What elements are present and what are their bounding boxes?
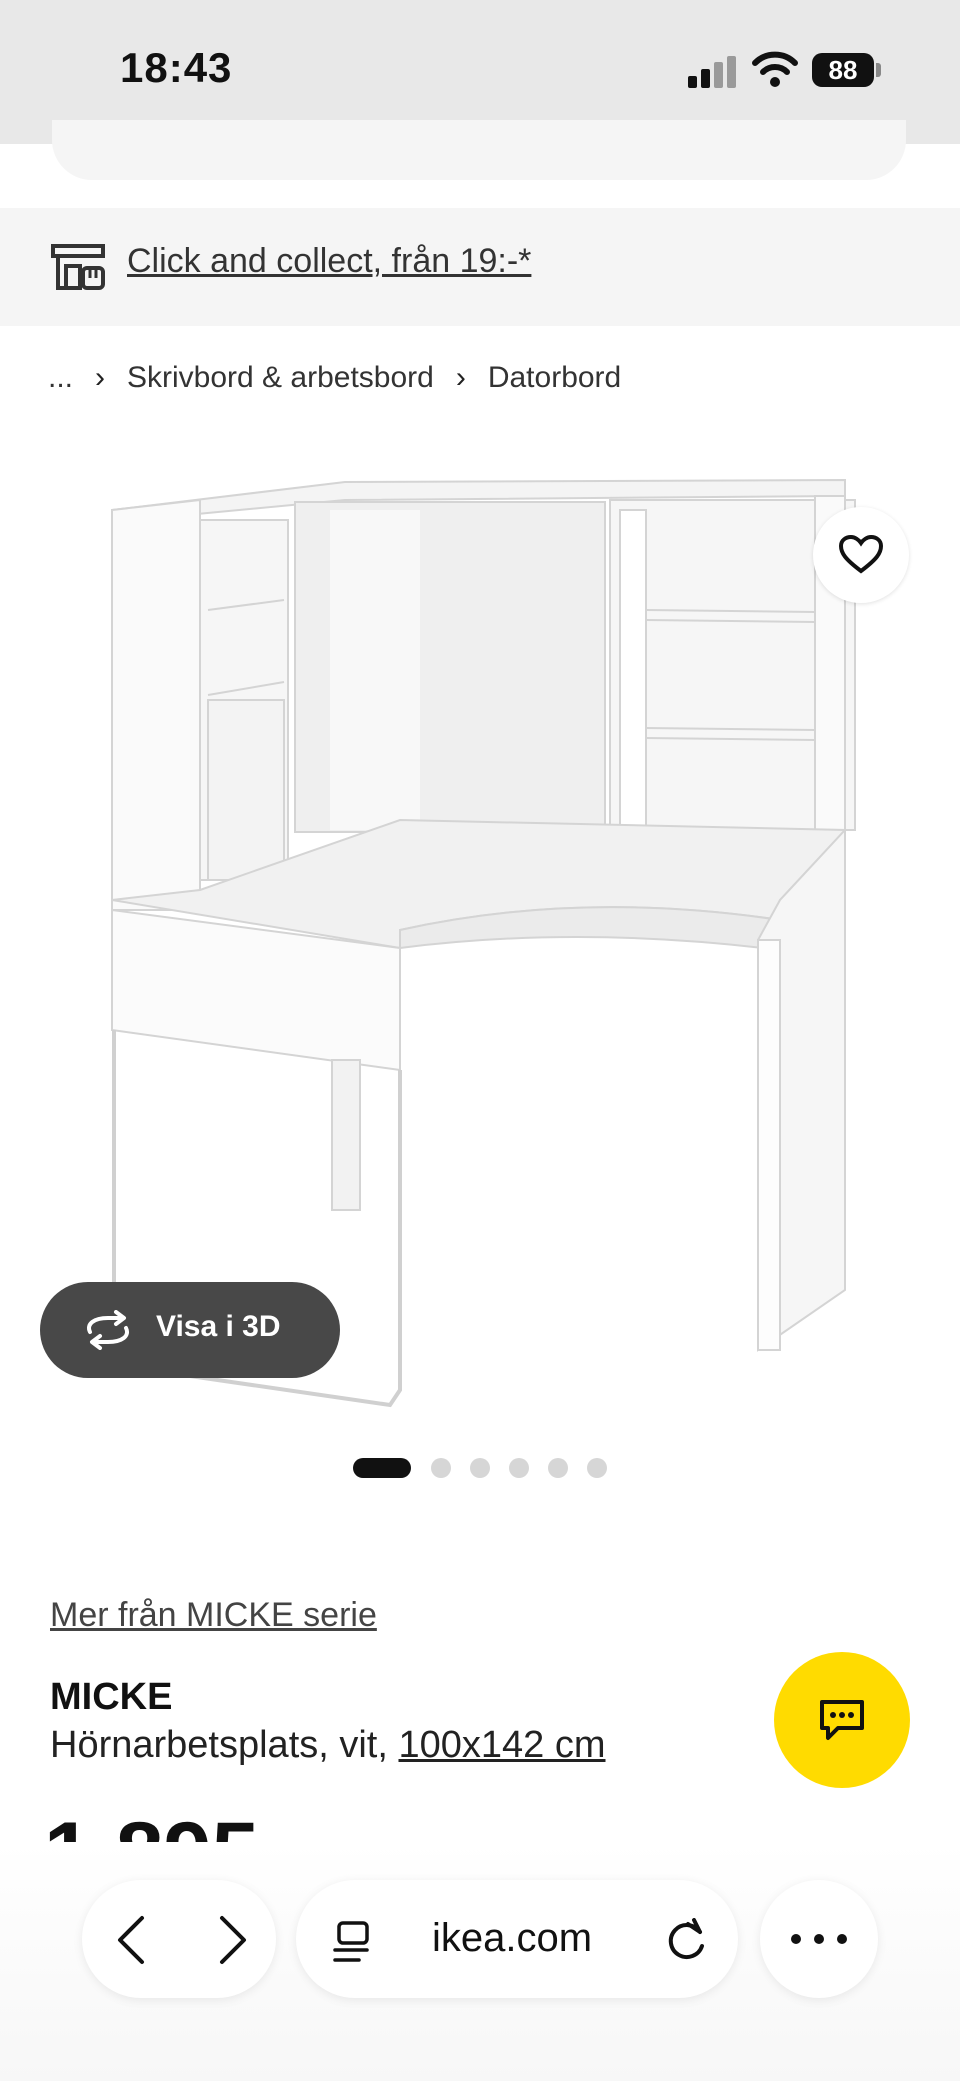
breadcrumb: ... › Skrivbord & arbetsbord › Datorbord: [48, 356, 621, 400]
back-icon[interactable]: [112, 1914, 152, 1966]
battery-indicator: 88: [812, 53, 874, 87]
cellular-signal-icon: [688, 56, 736, 88]
breadcrumb-item-desks[interactable]: Skrivbord & arbetsbord: [127, 361, 434, 395]
wifi-icon: [752, 51, 798, 87]
view-3d-label: Visa i 3D: [156, 1310, 281, 1343]
carousel-dot[interactable]: [548, 1458, 568, 1478]
product-image[interactable]: [100, 470, 860, 1410]
store-icon: [51, 244, 105, 290]
battery-nub: [876, 63, 881, 77]
product-type: Hörnarbetsplats, vit,: [50, 1724, 388, 1766]
chevron-right-icon: ›: [455, 361, 466, 394]
carousel-dot[interactable]: [470, 1458, 490, 1478]
more-options-icon[interactable]: [788, 1926, 850, 1952]
chevron-right-icon: ›: [95, 361, 106, 394]
url-text[interactable]: ikea.com: [432, 1916, 592, 1961]
reload-icon[interactable]: [664, 1918, 708, 1964]
carousel-dot[interactable]: [587, 1458, 607, 1478]
breadcrumb-item-computer-desks[interactable]: Datorbord: [488, 361, 621, 395]
status-time: 18:43: [120, 44, 233, 91]
breadcrumb-ellipsis[interactable]: ...: [48, 361, 73, 395]
search-bar[interactable]: [52, 120, 906, 180]
forward-icon[interactable]: [212, 1914, 252, 1966]
chat-button[interactable]: [774, 1652, 910, 1788]
carousel-dot[interactable]: [431, 1458, 451, 1478]
product-size-link[interactable]: 100x142 cm: [398, 1724, 605, 1766]
carousel-dot-active[interactable]: [353, 1458, 411, 1478]
reader-mode-icon[interactable]: [333, 1920, 373, 1964]
price-clipped: 1 895: [44, 1812, 444, 1842]
product-price: 1 895: [44, 1812, 259, 1842]
view-3d-button[interactable]: Visa i 3D: [40, 1282, 340, 1378]
rotate-3d-icon: [87, 1310, 129, 1350]
favorite-button[interactable]: [813, 507, 909, 603]
chat-icon: [820, 1700, 864, 1740]
carousel-dot[interactable]: [509, 1458, 529, 1478]
heart-icon: [839, 535, 883, 574]
product-description: Hörnarbetsplats, vit, 100x142 cm: [50, 1724, 606, 1767]
series-link[interactable]: Mer från MICKE serie: [50, 1596, 377, 1635]
product-name: MICKE: [50, 1676, 173, 1718]
click-collect-link[interactable]: Click and collect, från 19:-*: [127, 242, 531, 281]
